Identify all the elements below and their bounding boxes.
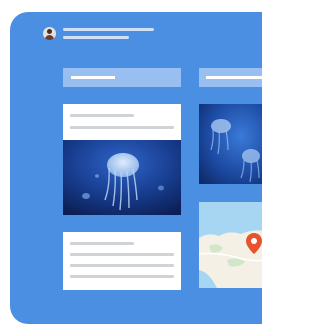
card-text-line (70, 253, 174, 256)
jellyfish-image (199, 104, 262, 184)
card-text-line (70, 275, 174, 278)
avatar-icon (43, 27, 56, 40)
avatar-head (47, 29, 52, 34)
column-header-2-line (206, 76, 262, 79)
illustration (0, 0, 262, 336)
avatar-body (45, 35, 54, 40)
jellyfish-image (63, 140, 181, 215)
header-subtitle-line (63, 36, 129, 39)
column-header-1-line (71, 76, 115, 79)
column-header-1 (63, 68, 181, 87)
card-text-line (70, 114, 134, 117)
jellyfish-photo-2 (199, 104, 262, 184)
card-text (63, 232, 181, 290)
card-text-line (70, 242, 134, 245)
card-text-line (70, 126, 174, 129)
map-thumbnail (199, 202, 262, 288)
column-header-2 (199, 68, 262, 87)
header-title-line (63, 28, 154, 31)
map-image (199, 202, 262, 288)
jellyfish-photo (63, 140, 181, 215)
card-text-line (70, 264, 174, 267)
